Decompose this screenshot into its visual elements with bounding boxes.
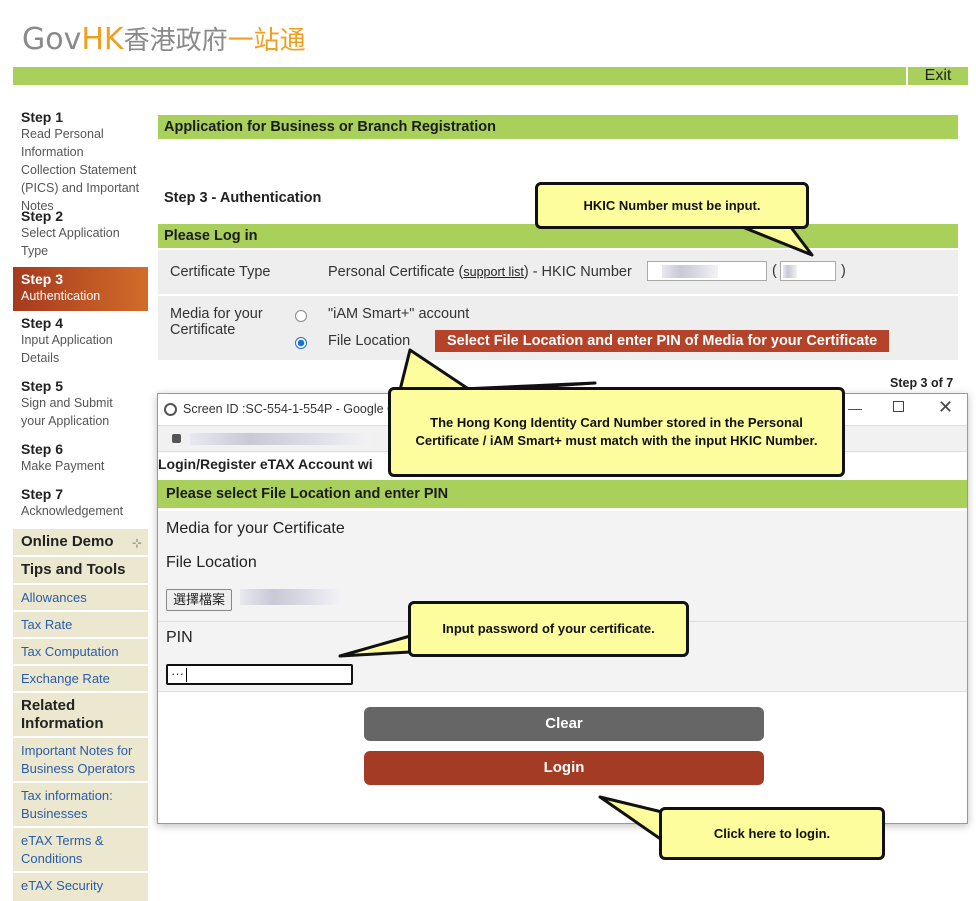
sidebar-link-tax-computation[interactable]: Tax Computation [13, 637, 148, 664]
text-cursor [186, 667, 187, 682]
online-demo-link[interactable]: Online Demo ⊹ [13, 527, 148, 555]
step-title: Step 2 [21, 208, 64, 224]
paren-open: ( [772, 263, 777, 279]
clear-button[interactable]: Clear [364, 707, 764, 741]
pin-value: ··· [171, 666, 184, 681]
cert-type-text: Personal Certificate ( [328, 264, 464, 280]
step-desc: Authentication [21, 289, 101, 303]
logo-gov-text: Gov [22, 22, 82, 57]
sidebar-step-4[interactable]: Step 4 Input Application Details [13, 311, 148, 374]
paren-close: ) [841, 263, 846, 279]
sidebar-step-5[interactable]: Step 5 Sign and Submit your Application [13, 374, 148, 437]
tips-tools-heading: Tips and Tools [13, 555, 148, 583]
callout-hkic: HKIC Number must be input. [535, 182, 809, 229]
option-file-location-label: File Location [328, 333, 411, 349]
step-desc: Make Payment [21, 459, 105, 473]
callout-password: Input password of your certificate. [408, 601, 689, 657]
step-desc: Select Application Type [21, 226, 120, 258]
step-desc: Input Application Details [21, 333, 113, 365]
step-desc: Acknowledgement [21, 504, 124, 518]
callout-hkic-match: The Hong Kong Identity Card Number store… [388, 387, 845, 477]
select-file-banner: Select File Location and enter PIN of Me… [435, 330, 890, 352]
step-desc: Read Personal Information Collection Sta… [21, 127, 140, 213]
exit-link[interactable]: Exit [908, 67, 968, 85]
top-bar [13, 67, 968, 85]
sidebar-step-6[interactable]: Step 6 Make Payment [13, 437, 148, 482]
sidebar-step-7[interactable]: Step 7 Acknowledgement [13, 482, 148, 527]
sidebar: Step 1 Read Personal Information Collect… [13, 105, 148, 901]
govhk-logo[interactable]: GovHK香港政府一站通 [22, 22, 306, 59]
sidebar-step-1[interactable]: Step 1 Read Personal Information Collect… [13, 105, 148, 213]
option-iam-smart-label: "iAM Smart+" account [328, 306, 470, 322]
popup-file-location-label: File Location [166, 554, 257, 571]
redacted-url [190, 433, 370, 445]
popup-pin-label: PIN [166, 629, 193, 646]
media-row: Media for your Certificate "iAM Smart+" … [158, 296, 958, 360]
hkic-number-input[interactable] [647, 261, 767, 281]
popup-window-title: Screen ID :SC-554-1-554P - Google C [183, 402, 397, 416]
redacted-value [662, 265, 718, 278]
logo-chinese-highlight: 一站通 [227, 26, 306, 56]
sidebar-link-important-notes[interactable]: Important Notes for Business Operators [13, 736, 148, 781]
logo-hk-text: HK [81, 22, 124, 57]
radio-iam-smart[interactable] [295, 310, 307, 322]
pin-input[interactable]: ··· [166, 664, 353, 685]
step-title: Step 5 [21, 378, 64, 394]
sidebar-link-allowances[interactable]: Allowances [13, 583, 148, 610]
popup-section-heading: Please select File Location and enter PI… [158, 480, 967, 508]
cert-type-label: Certificate Type [170, 264, 271, 280]
maximize-icon[interactable] [893, 401, 904, 412]
sidebar-link-terms[interactable]: eTAX Terms & Conditions [13, 826, 148, 871]
media-label: Media for your Certificate [170, 306, 263, 338]
step-title: Step 3 [21, 271, 64, 287]
certificate-type-row: Certificate Type Personal Certificate (s… [158, 250, 958, 294]
choose-file-button[interactable]: 選擇檔案 [166, 589, 233, 611]
sidebar-step-3-active[interactable]: Step 3 Authentication [13, 267, 148, 311]
step-title: Step 4 [21, 315, 64, 331]
sidebar-link-security[interactable]: eTAX Security [13, 871, 148, 901]
cert-type-value: Personal Certificate (support list) - HK… [328, 264, 632, 280]
redacted-value [783, 265, 797, 278]
step-title: Step 6 [21, 441, 64, 457]
minimize-icon[interactable]: — [848, 400, 862, 416]
divider [158, 691, 967, 692]
step-title: Step 7 [21, 486, 64, 502]
step-heading: Step 3 - Authentication [164, 190, 322, 206]
sidebar-link-exchange-rate[interactable]: Exchange Rate [13, 664, 148, 691]
radio-file-location[interactable] [295, 337, 307, 349]
sidebar-step-2[interactable]: Step 2 Select Application Type [13, 204, 148, 267]
support-list-link[interactable]: support list [463, 265, 523, 279]
step-desc: Sign and Submit your Application [21, 396, 113, 428]
popup-media-label: Media for your Certificate [166, 520, 345, 537]
sidebar-link-tax-rate[interactable]: Tax Rate [13, 610, 148, 637]
chrome-globe-icon [164, 403, 177, 416]
login-button[interactable]: Login [364, 751, 764, 785]
lock-icon [172, 434, 181, 443]
redacted-filename [240, 589, 340, 605]
related-info-heading: Related Information [13, 691, 148, 736]
hkic-check-digit-input[interactable] [780, 261, 836, 281]
logo-chinese-text: 香港政府 [123, 26, 228, 56]
cert-type-suffix: ) - HKIC Number [523, 264, 632, 280]
callout-login: Click here to login. [659, 807, 885, 860]
page-title: Application for Business or Branch Regis… [158, 115, 958, 139]
step-title: Step 1 [21, 109, 64, 125]
close-icon[interactable]: ✕ [938, 397, 953, 418]
expand-icon: ⊹ [131, 536, 142, 550]
step-counter: Step 3 of 7 [890, 376, 954, 390]
popup-content-title: Login/Register eTAX Account wi [158, 456, 373, 472]
online-demo-label: Online Demo [21, 533, 114, 550]
sidebar-link-tax-information[interactable]: Tax information: Businesses [13, 781, 148, 826]
